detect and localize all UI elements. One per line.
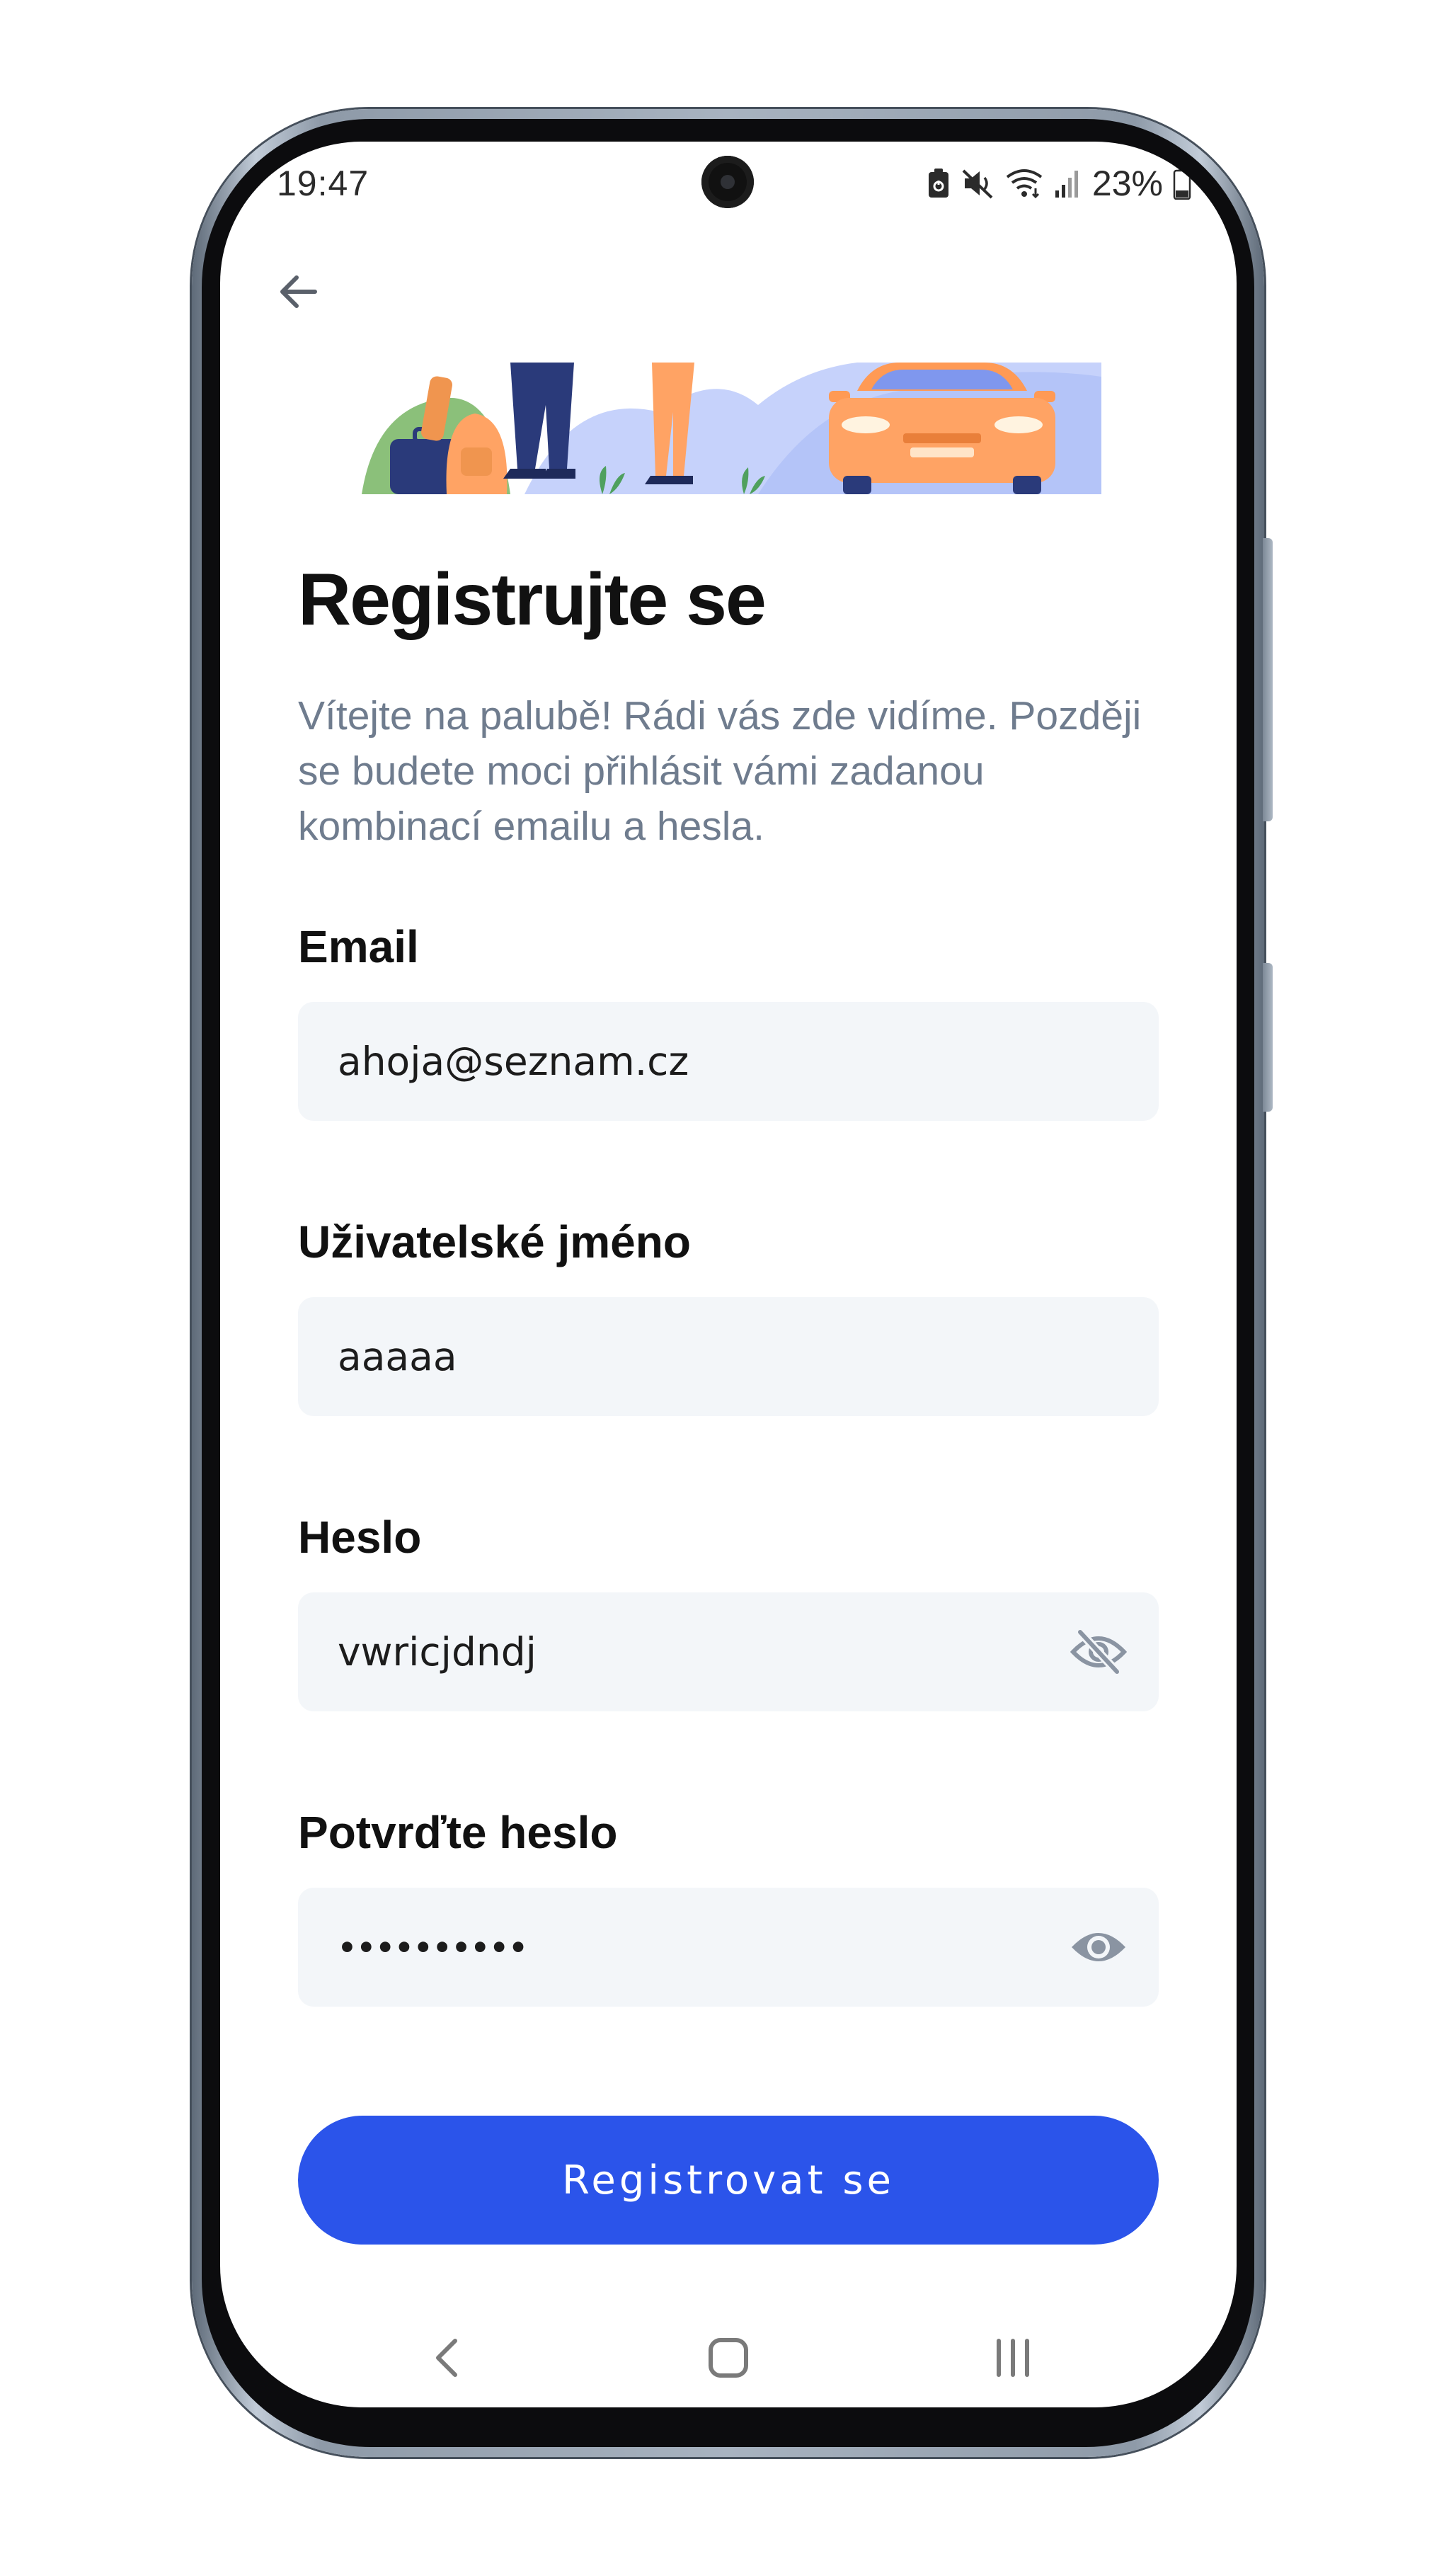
app-screen: 19:47 23% Registrujte se Vítejte na palu… (220, 142, 1237, 2407)
nav-home-button[interactable] (686, 2315, 771, 2400)
page-title: Registrujte se (298, 559, 767, 641)
password-field-container (298, 1592, 1159, 1711)
hero-illustration (362, 363, 1101, 494)
confirm-password-field[interactable] (338, 1888, 1067, 2007)
password-visibility-toggle[interactable] (1067, 1620, 1130, 1684)
nav-back-button[interactable] (404, 2315, 489, 2400)
power-button (1263, 963, 1273, 1112)
back-button[interactable] (263, 256, 333, 327)
email-field-container (298, 1002, 1159, 1121)
register-button[interactable]: Registrovat se (298, 2116, 1159, 2245)
nav-back-icon (436, 2339, 457, 2377)
email-field[interactable] (338, 1002, 1130, 1121)
page-subtitle: Vítejte na palubě! Rádi vás zde vidíme. … (298, 693, 1142, 849)
confirm-password-visibility-toggle[interactable] (1067, 1915, 1130, 1979)
front-camera (701, 156, 754, 208)
confirm-password-field-container (298, 1888, 1159, 2007)
mute-icon (962, 169, 993, 199)
battery-icon (1173, 168, 1191, 200)
username-field[interactable] (338, 1297, 1130, 1416)
nav-home-icon (709, 2338, 748, 2378)
signal-icon (1055, 171, 1078, 198)
password-field[interactable] (338, 1592, 1067, 1711)
username-label: Uživatelské jméno (298, 1216, 691, 1267)
status-icons: 23% (927, 163, 1191, 204)
arrow-left-icon (280, 275, 317, 308)
password-label: Heslo (298, 1512, 422, 1563)
eye-icon (1072, 1933, 1125, 1961)
username-field-container (298, 1297, 1159, 1416)
nav-recents-button[interactable] (970, 2315, 1055, 2400)
battery-percent: 23% (1091, 164, 1163, 203)
volume-button (1263, 538, 1273, 821)
confirm-password-label: Potvrďte heslo (298, 1807, 618, 1858)
nav-recents-icon (997, 2339, 1029, 2377)
status-time: 19:47 (277, 164, 369, 203)
wifi-icon (1006, 169, 1043, 199)
email-label: Email (298, 921, 419, 972)
eye-off-icon (1070, 1629, 1127, 1675)
battery-saver-icon (928, 169, 948, 198)
